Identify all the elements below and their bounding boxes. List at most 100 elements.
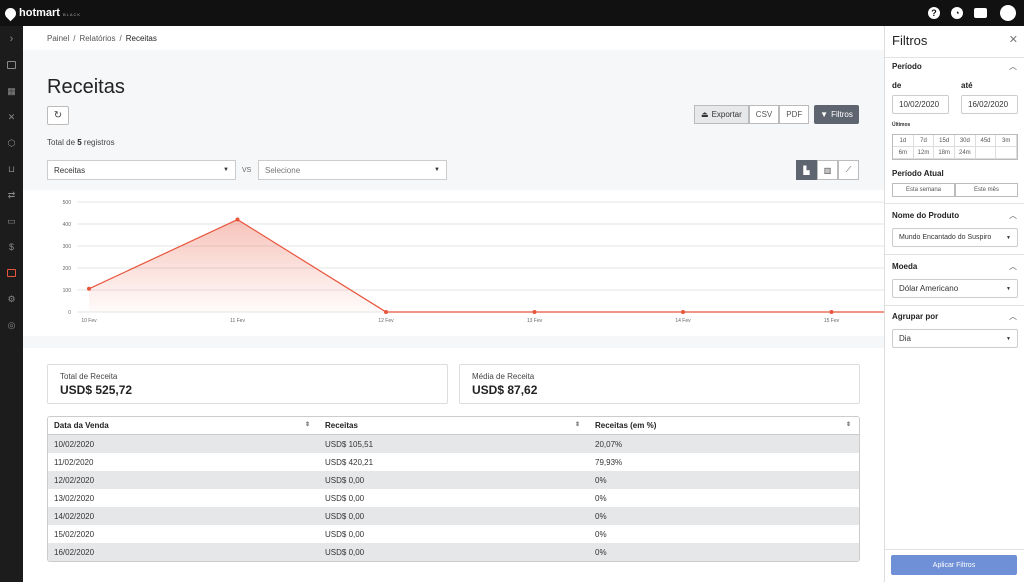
range-option-7d[interactable]: 7d bbox=[913, 135, 935, 147]
col-date-header[interactable]: Data da Venda ⇕ bbox=[48, 421, 318, 430]
chat-icon[interactable] bbox=[974, 8, 987, 18]
periodo-heading: Período bbox=[892, 62, 922, 71]
avatar[interactable] bbox=[1000, 5, 1016, 21]
filter-icon: ▼ bbox=[820, 110, 829, 119]
average-revenue-card: Média de Receita USD$ 87,62 bbox=[459, 364, 860, 404]
section-divider bbox=[23, 336, 884, 348]
table-row: 13/02/2020 USD$ 0,00 0% bbox=[48, 489, 859, 507]
data-point[interactable] bbox=[384, 310, 388, 314]
range-option-1d[interactable]: 1d bbox=[893, 135, 914, 147]
chevron-up-icon[interactable]: ︿ bbox=[1009, 261, 1017, 272]
main-content: Painel / Relatórios / Receitas Receitas ↻ … bbox=[23, 26, 884, 582]
dollar-icon[interactable]: $ bbox=[0, 234, 23, 260]
sort-icon: ⇕ bbox=[304, 422, 310, 428]
gauge-icon[interactable]: ◔ bbox=[951, 7, 963, 19]
sort-icon: ⇕ bbox=[845, 422, 851, 428]
group-by-select[interactable]: Dia ▼ bbox=[892, 329, 1018, 348]
filters-button[interactable]: ▼ Filtros bbox=[814, 105, 859, 124]
refresh-button[interactable]: ↻ bbox=[47, 106, 69, 125]
filters-title: Filtros bbox=[892, 33, 928, 48]
compare-select[interactable]: Selecione ▼ bbox=[258, 160, 447, 180]
table-cell: USD$ 420,21 bbox=[325, 457, 374, 467]
revenue-chart: 0 100 200 300 400 500 10 Fev 11 Fev 12 Fev 13 Fev… bbox=[63, 200, 884, 324]
y-tick-label: 300 bbox=[63, 244, 72, 250]
range-option-15d[interactable]: 15d bbox=[934, 135, 955, 147]
bar-chart-toggle[interactable]: ▥ bbox=[817, 160, 838, 180]
range-option-24m[interactable]: 24m bbox=[954, 147, 976, 159]
data-point[interactable] bbox=[532, 310, 537, 314]
col-percent-header[interactable]: Receitas (em %) ⇕ bbox=[588, 421, 859, 430]
chevron-up-icon[interactable]: ︿ bbox=[1009, 210, 1017, 221]
chevron-up-icon[interactable]: ︿ bbox=[1009, 311, 1017, 322]
dashboard-icon[interactable] bbox=[0, 52, 23, 78]
caret-down-icon: ▼ bbox=[223, 167, 229, 173]
export-icon: ⏏ bbox=[701, 110, 709, 119]
chevron-up-icon[interactable]: ︿ bbox=[1009, 61, 1017, 72]
table-row: 10/02/2020 USD$ 105,51 20,07% bbox=[48, 435, 859, 453]
export-button[interactable]: ⏏ Exportar bbox=[694, 105, 749, 124]
pdf-button[interactable]: PDF bbox=[779, 105, 810, 124]
reports-icon[interactable] bbox=[0, 260, 23, 286]
close-icon[interactable]: ✕ bbox=[1009, 33, 1018, 46]
total-records: Total de 5 registros bbox=[47, 138, 115, 147]
este-mes-button[interactable]: Este mês bbox=[955, 183, 1018, 197]
range-empty bbox=[975, 147, 997, 159]
metric-select[interactable]: Receitas ▼ bbox=[47, 160, 236, 180]
table-cell: 15/02/2020 bbox=[54, 529, 95, 539]
range-option-18m[interactable]: 18m bbox=[934, 147, 955, 159]
total-revenue-card: Total de Receita USD$ 525,72 bbox=[47, 364, 448, 404]
grid-icon[interactable]: ▦ bbox=[0, 78, 23, 104]
hotmart-logo[interactable]: hotmart BLACK bbox=[2, 5, 81, 21]
range-option-45d[interactable]: 45d bbox=[975, 135, 997, 147]
x-tick-label: 12 Fev bbox=[378, 318, 394, 324]
esta-semana-button[interactable]: Esta semana bbox=[892, 183, 955, 197]
settings-icon[interactable]: ⚙ bbox=[0, 286, 23, 312]
breadcrumb-painel[interactable]: Painel bbox=[47, 34, 69, 43]
sort-icon: ⇕ bbox=[574, 422, 580, 428]
table-cell: 13/02/2020 bbox=[54, 493, 95, 503]
flame-icon bbox=[2, 5, 19, 21]
dial-icon[interactable]: ◎ bbox=[0, 312, 23, 338]
area-chart-toggle[interactable]: ▙ bbox=[796, 160, 817, 180]
line-chart-toggle[interactable]: ⟋ bbox=[838, 160, 859, 180]
table-cell: 12/02/2020 bbox=[54, 475, 95, 485]
table-row: 15/02/2020 USD$ 0,00 0% bbox=[48, 525, 859, 543]
range-option-30d[interactable]: 30d bbox=[954, 135, 976, 147]
network-icon[interactable]: ✕ bbox=[0, 104, 23, 130]
de-label: de bbox=[892, 81, 902, 90]
product-select[interactable]: Mundo Encantado do Suspiro ▼ bbox=[892, 228, 1018, 247]
col-revenue-header[interactable]: Receitas ⇕ bbox=[318, 421, 588, 430]
x-tick-label: 15 Fev bbox=[824, 318, 840, 324]
box-icon[interactable]: ⬡ bbox=[0, 130, 23, 156]
table-cell: 0% bbox=[595, 493, 607, 503]
range-empty bbox=[996, 147, 1017, 159]
moeda-heading: Moeda bbox=[892, 262, 918, 271]
date-from-input[interactable]: 10/02/2020 bbox=[892, 95, 949, 114]
date-to-input[interactable]: 16/02/2020 bbox=[961, 95, 1018, 114]
data-point[interactable] bbox=[87, 286, 91, 291]
data-point[interactable] bbox=[829, 310, 834, 314]
range-option-6m[interactable]: 6m bbox=[893, 147, 914, 159]
range-option-3m[interactable]: 3m bbox=[996, 135, 1017, 147]
table-cell: 11/02/2020 bbox=[54, 457, 94, 467]
expand-chevron-icon[interactable]: › bbox=[0, 26, 23, 52]
data-point[interactable] bbox=[235, 217, 240, 222]
range-option-12m[interactable]: 12m bbox=[913, 147, 935, 159]
csv-button[interactable]: CSV bbox=[748, 105, 780, 124]
table-header: Data da Venda ⇕ Receitas ⇕ Receitas (em %)… bbox=[48, 417, 859, 435]
page-title: Receitas bbox=[47, 76, 125, 98]
help-icon[interactable]: ? bbox=[928, 7, 940, 19]
breadcrumb-relatorios[interactable]: Relatórios bbox=[79, 34, 115, 43]
data-point[interactable] bbox=[681, 310, 685, 314]
cart-icon[interactable]: ⊔ bbox=[0, 156, 23, 182]
chat-bubble-icon[interactable]: ▭ bbox=[0, 208, 23, 234]
vs-label: VS bbox=[242, 167, 252, 174]
apply-filters-button[interactable]: Aplicar Filtros bbox=[891, 555, 1017, 575]
currency-select[interactable]: Dólar Americano ▼ bbox=[892, 279, 1018, 298]
y-tick-label: 200 bbox=[63, 266, 72, 272]
table-cell: 20,07% bbox=[595, 439, 623, 449]
exchange-icon[interactable]: ⇄ bbox=[0, 182, 23, 208]
breadcrumb-receitas: Receitas bbox=[125, 33, 157, 43]
table-cell: USD$ 0,00 bbox=[325, 493, 365, 503]
table-cell: 16/02/2020 bbox=[54, 547, 95, 557]
